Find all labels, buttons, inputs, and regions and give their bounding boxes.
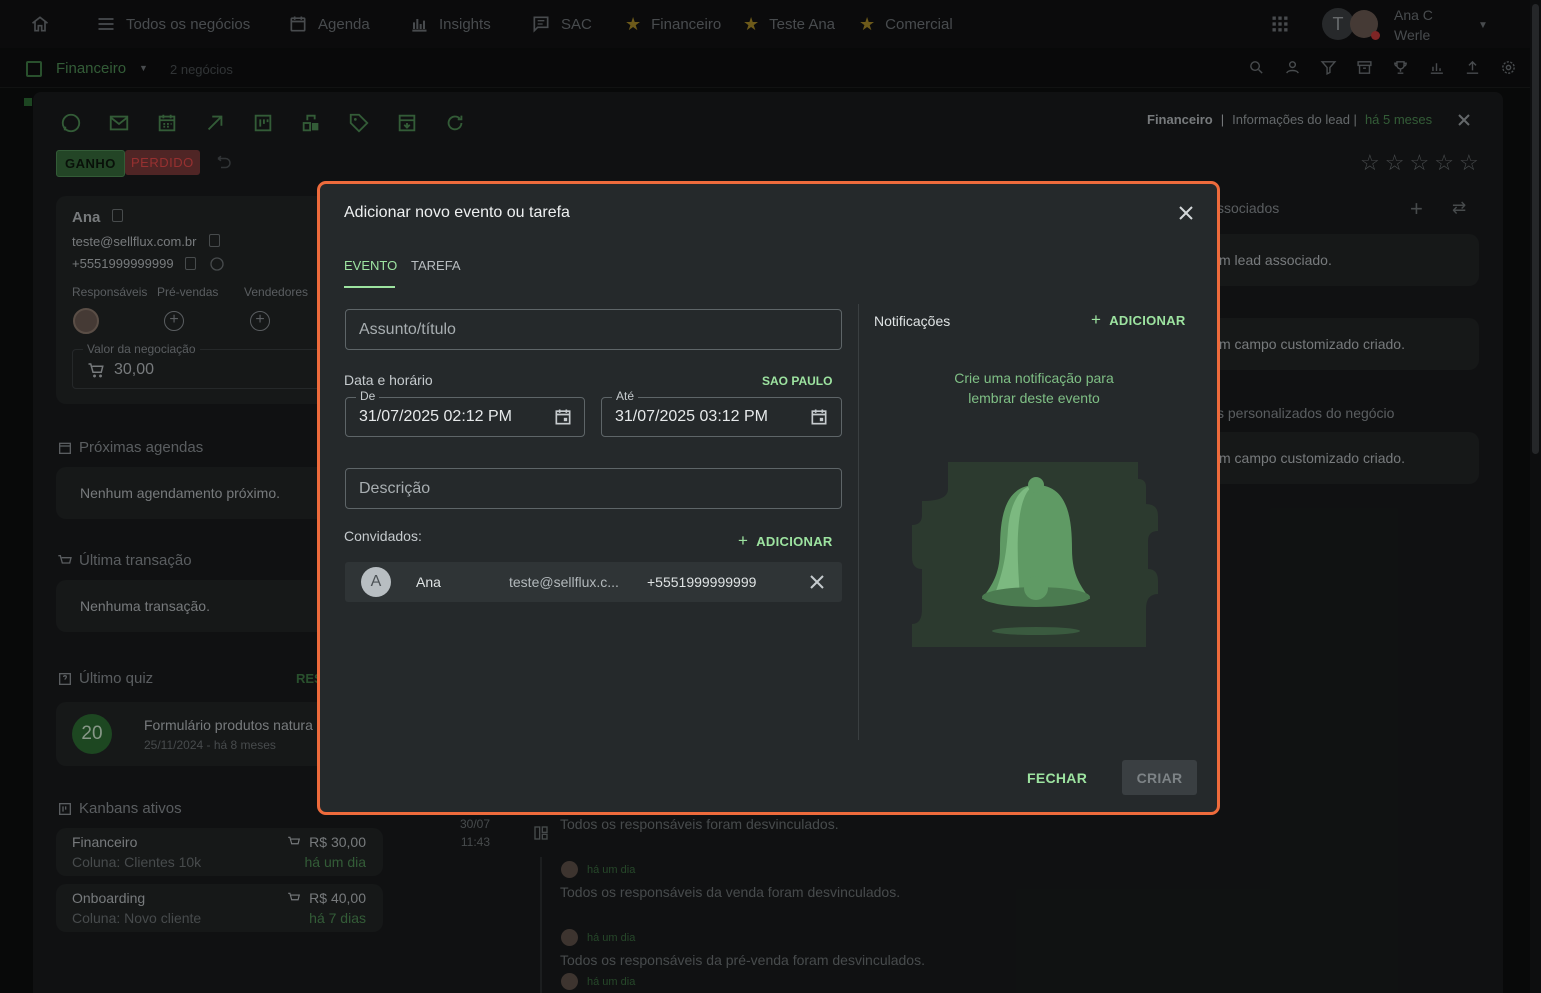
close-button[interactable]: FECHAR xyxy=(1027,770,1087,786)
plus-icon: + xyxy=(1091,310,1102,329)
guests-label: Convidados: xyxy=(344,528,422,544)
end-datetime-input[interactable]: Até 31/07/2025 03:12 PM xyxy=(601,389,842,437)
description-input[interactable]: Descrição xyxy=(345,468,842,509)
subject-placeholder: Assunto/título xyxy=(359,321,456,338)
column-divider xyxy=(858,304,859,740)
create-button[interactable]: CRIAR xyxy=(1122,760,1197,795)
guest-name: Ana xyxy=(416,574,441,590)
add-guest-label: ADICIONAR xyxy=(756,533,833,549)
guest-email: teste@sellflux.c... xyxy=(509,574,619,590)
datetime-label: Data e horário xyxy=(344,372,433,388)
guest-phone: +5551999999999 xyxy=(647,574,757,590)
notifications-title: Notificações xyxy=(874,313,951,329)
tab-indicator xyxy=(344,286,395,288)
dialog-title: Adicionar novo evento ou tarefa xyxy=(344,204,570,221)
calendar-icon[interactable] xyxy=(553,407,573,427)
start-datetime-input[interactable]: De 31/07/2025 02:12 PM xyxy=(345,389,585,437)
calendar-icon[interactable] xyxy=(809,407,829,427)
timezone-button[interactable]: SAO PAULO xyxy=(762,374,832,388)
guest-row: A Ana teste@sellflux.c... +5551999999999 xyxy=(345,562,842,602)
subject-input[interactable]: Assunto/título xyxy=(345,309,842,350)
end-label: Até xyxy=(612,389,639,403)
tab-task[interactable]: TAREFA xyxy=(411,258,461,273)
remove-guest-icon[interactable] xyxy=(810,575,824,589)
start-value: 31/07/2025 02:12 PM xyxy=(359,408,513,425)
add-guest-button[interactable]: + ADICIONAR xyxy=(738,531,833,551)
new-event-dialog: Adicionar novo evento ou tarefa EVENTO T… xyxy=(317,181,1220,815)
plus-icon: + xyxy=(738,531,749,550)
guest-avatar: A xyxy=(361,567,391,597)
description-placeholder: Descrição xyxy=(359,480,431,497)
start-label: De xyxy=(356,389,380,403)
notifications-empty: Crie uma notificação para lembrar deste … xyxy=(954,370,1114,406)
add-notification-label: ADICIONAR xyxy=(1109,312,1186,328)
tab-event[interactable]: EVENTO xyxy=(344,258,397,273)
bell-illustration-icon xyxy=(912,462,1158,647)
end-value: 31/07/2025 03:12 PM xyxy=(615,408,769,425)
add-notification-button[interactable]: + ADICIONAR xyxy=(1091,310,1186,330)
close-icon[interactable] xyxy=(1178,205,1194,221)
